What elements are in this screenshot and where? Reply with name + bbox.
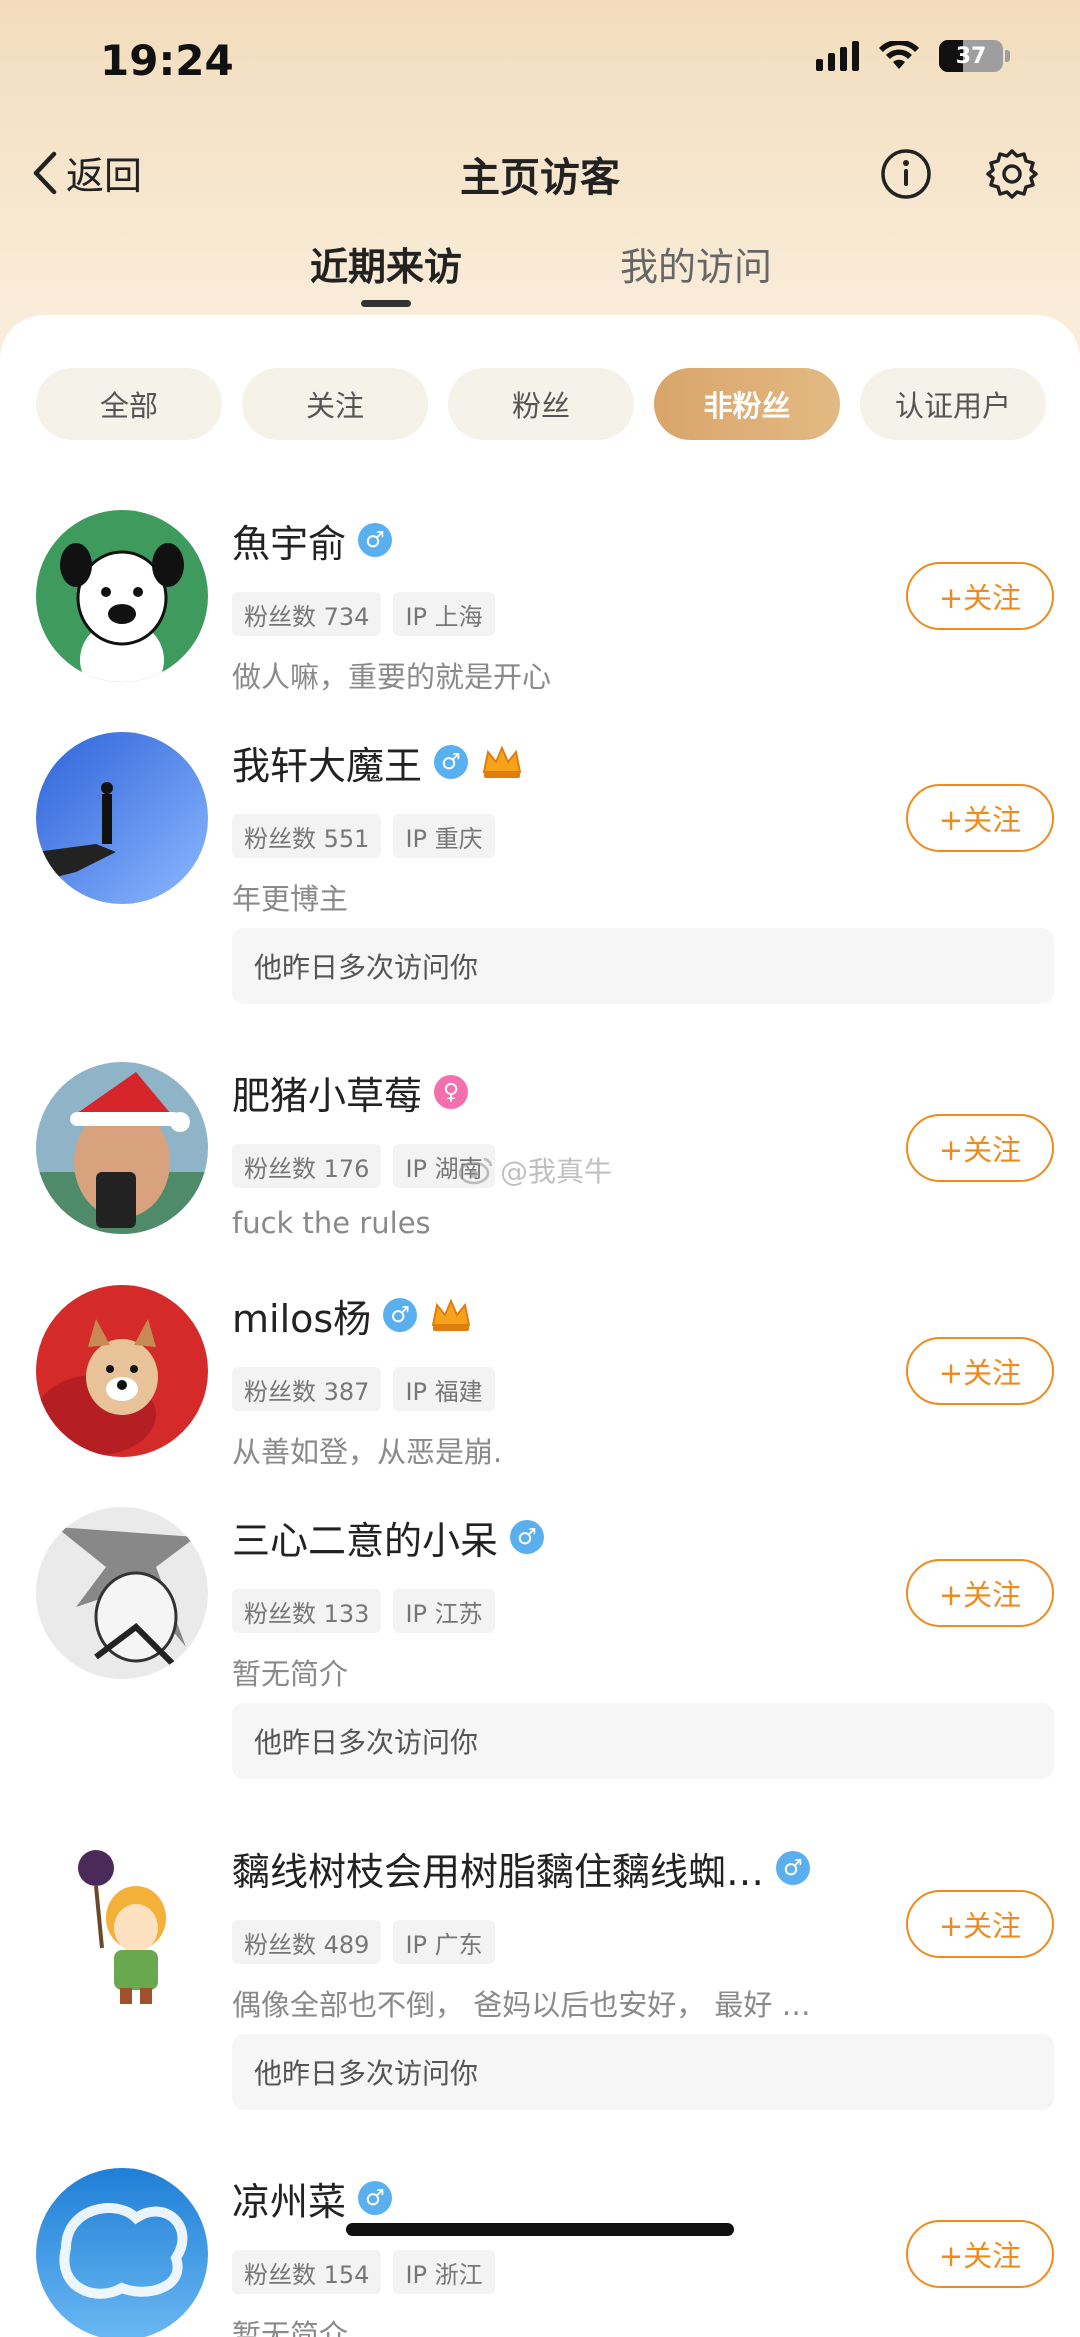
male-icon: ♂	[383, 1298, 418, 1332]
cellular-signal-icon	[816, 41, 859, 71]
ip-location: IP 重庆	[393, 814, 495, 858]
watermark: @我真牛	[458, 1150, 612, 1190]
visitor-name[interactable]: milos杨	[232, 1288, 371, 1343]
tab-my-visits[interactable]: 我的访问	[620, 236, 772, 291]
filter-non-fans[interactable]: 非粉丝	[654, 368, 840, 440]
fans-count: 粉丝数 551	[232, 814, 382, 858]
avatar[interactable]	[36, 1838, 208, 2010]
visitor-bio: 暂无简介	[232, 1657, 349, 1691]
gear-icon[interactable]	[986, 148, 1038, 200]
follow-button[interactable]: +关注	[906, 1890, 1054, 1958]
vip-crown-icon	[431, 1298, 471, 1331]
visit-note: 他昨日多次访问你	[232, 1703, 1054, 1779]
visitor-name[interactable]: 魚宇俞	[232, 513, 346, 568]
status-time: 19:24	[100, 36, 234, 85]
visitor-tags: 粉丝数 489 IP 广东	[232, 1920, 495, 1964]
visitor-name[interactable]: 凉州菜	[232, 2171, 346, 2226]
filter-chips: 全部 关注 粉丝 非粉丝 认证用户	[36, 368, 1046, 440]
visitor-bio: 年更博主	[232, 882, 349, 916]
watermark-text: @我真牛	[500, 1155, 613, 1188]
avatar[interactable]	[36, 1507, 208, 1679]
name-row: 凉州菜 ♂	[232, 2168, 393, 2228]
follow-button[interactable]: +关注	[906, 784, 1054, 852]
visitor-tags: 粉丝数 734 IP 上海	[232, 592, 495, 636]
avatar[interactable]	[36, 1062, 208, 1234]
battery-cap	[1005, 50, 1010, 62]
filter-following[interactable]: 关注	[242, 368, 428, 440]
follow-button[interactable]: +关注	[906, 562, 1054, 630]
battery-icon: 37	[939, 40, 1003, 72]
avatar[interactable]	[36, 510, 208, 682]
ip-location: IP 上海	[393, 592, 495, 636]
name-row: 我轩大魔王 ♂	[232, 732, 524, 792]
visitor-name[interactable]: 黐线树枝会用树脂黐住黐线蜘…	[232, 1841, 764, 1896]
fans-count: 粉丝数 154	[232, 2250, 382, 2294]
info-icon[interactable]	[880, 148, 932, 200]
wifi-icon	[879, 41, 919, 69]
fans-count: 粉丝数 489	[232, 1920, 382, 1964]
name-row: milos杨 ♂	[232, 1285, 473, 1345]
tab-recent-visits[interactable]: 近期来访	[310, 236, 462, 291]
male-icon: ♂	[510, 1520, 545, 1554]
status-icons: 37	[816, 40, 1010, 72]
visitor-tags: 粉丝数 133 IP 江苏	[232, 1589, 495, 1633]
visitor-name[interactable]: 三心二意的小呆	[232, 1510, 498, 1565]
name-row: 肥猪小草莓 ♀	[232, 1062, 469, 1122]
battery-level: 37	[955, 43, 987, 69]
ip-location: IP 福建	[393, 1367, 495, 1411]
visit-note: 他昨日多次访问你	[232, 928, 1054, 1004]
follow-button[interactable]: +关注	[906, 1114, 1054, 1182]
male-icon: ♂	[776, 1851, 811, 1885]
avatar[interactable]	[36, 2168, 208, 2337]
weibo-logo-icon	[458, 1157, 493, 1185]
visitor-bio: 偶像全部也不倒， 爸妈以后也安好， 最好 …	[232, 1988, 811, 2022]
male-icon: ♂	[358, 523, 393, 557]
ip-location: IP 江苏	[393, 1589, 495, 1633]
visitor-bio: fuck the rules	[232, 1206, 431, 1240]
avatar[interactable]	[36, 1285, 208, 1457]
visitor-name[interactable]: 我轩大魔王	[232, 735, 422, 790]
filter-all[interactable]: 全部	[36, 368, 222, 440]
follow-button[interactable]: +关注	[906, 1337, 1054, 1405]
male-icon: ♂	[434, 745, 469, 779]
visitor-tags: 粉丝数 551 IP 重庆	[232, 814, 495, 858]
avatar[interactable]	[36, 732, 208, 904]
name-row: 黐线树枝会用树脂黐住黐线蜘… ♂	[232, 1838, 811, 1898]
visitor-tags: 粉丝数 176 IP 湖南	[232, 1144, 495, 1188]
visit-note: 他昨日多次访问你	[232, 2034, 1054, 2110]
male-icon: ♂	[358, 2181, 393, 2215]
fans-count: 粉丝数 734	[232, 592, 382, 636]
vip-crown-icon	[482, 745, 522, 778]
fans-count: 粉丝数 176	[232, 1144, 382, 1188]
follow-button[interactable]: +关注	[906, 2220, 1054, 2288]
visitor-bio: 做人嘛，重要的就是开心	[232, 660, 552, 694]
ip-location: IP 广东	[393, 1920, 495, 1964]
visitor-tags: 粉丝数 387 IP 福建	[232, 1367, 495, 1411]
visitor-bio: 暂无简介	[232, 2318, 349, 2337]
visitor-tags: 粉丝数 154 IP 浙江	[232, 2250, 495, 2294]
follow-button[interactable]: +关注	[906, 1559, 1054, 1627]
ip-location: IP 浙江	[393, 2250, 495, 2294]
active-tab-indicator	[361, 300, 411, 307]
filter-verified[interactable]: 认证用户	[860, 368, 1046, 440]
name-row: 魚宇俞 ♂	[232, 510, 393, 570]
filter-fans[interactable]: 粉丝	[448, 368, 634, 440]
female-icon: ♀	[434, 1075, 469, 1109]
visitor-name[interactable]: 肥猪小草莓	[232, 1065, 422, 1120]
name-row: 三心二意的小呆 ♂	[232, 1507, 545, 1567]
fans-count: 粉丝数 133	[232, 1589, 382, 1633]
visitor-bio: 从善如登，从恶是崩.	[232, 1435, 503, 1469]
home-indicator[interactable]	[346, 2223, 734, 2236]
fans-count: 粉丝数 387	[232, 1367, 382, 1411]
